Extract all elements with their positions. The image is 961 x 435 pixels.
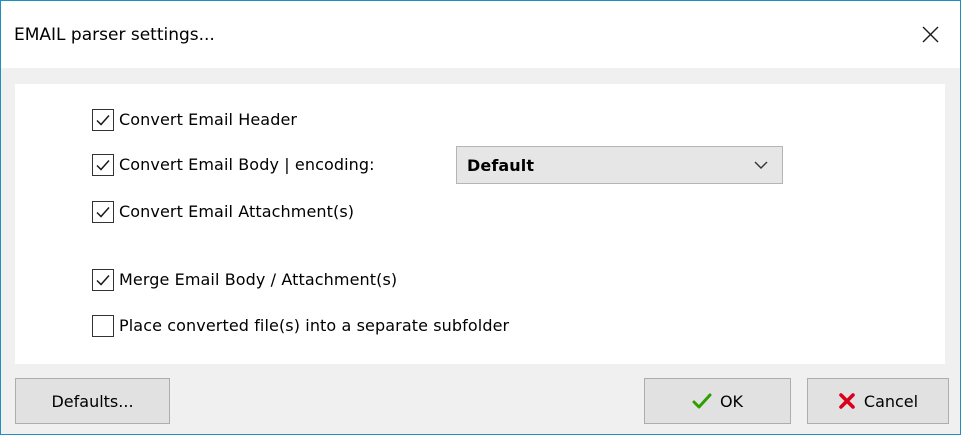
chevron-down-icon — [754, 161, 768, 169]
option-merge-body-attachments[interactable]: Merge Email Body / Attachment(s) — [92, 268, 397, 292]
ok-button[interactable]: OK — [644, 378, 791, 424]
options-panel: Convert Email Header Convert Email Body … — [15, 84, 945, 364]
option-convert-attachments[interactable]: Convert Email Attachment(s) — [92, 200, 354, 224]
checkmark-icon — [692, 392, 712, 410]
defaults-button-label: Defaults... — [51, 391, 134, 411]
defaults-button[interactable]: Defaults... — [15, 378, 170, 424]
checkmark-icon — [96, 275, 110, 286]
convert-body-checkbox[interactable] — [92, 154, 114, 176]
title-bar: EMAIL parser settings... — [1, 1, 960, 68]
convert-header-label: Convert Email Header — [119, 110, 298, 129]
convert-body-label: Convert Email Body | encoding: — [119, 155, 375, 174]
separate-subfolder-label: Place converted file(s) into a separate … — [119, 316, 510, 335]
cancel-button[interactable]: Cancel — [807, 378, 949, 424]
window-title: EMAIL parser settings... — [14, 25, 215, 45]
option-separate-subfolder[interactable]: Place converted file(s) into a separate … — [92, 314, 509, 338]
merge-body-attachments-checkbox[interactable] — [92, 269, 114, 291]
close-button[interactable] — [900, 1, 960, 68]
option-convert-body[interactable]: Convert Email Body | encoding: — [92, 153, 375, 177]
close-icon — [922, 26, 938, 43]
separate-subfolder-checkbox[interactable] — [92, 315, 114, 337]
option-convert-header[interactable]: Convert Email Header — [92, 108, 297, 132]
x-mark-icon — [838, 392, 856, 410]
encoding-select-value: Default — [467, 155, 535, 175]
convert-header-checkbox[interactable] — [92, 109, 114, 131]
checkmark-icon — [96, 160, 110, 171]
email-parser-settings-dialog: EMAIL parser settings... Convert Email H… — [0, 0, 961, 435]
checkmark-icon — [96, 115, 110, 126]
ok-button-label: OK — [719, 391, 744, 411]
convert-attachments-checkbox[interactable] — [92, 201, 114, 223]
convert-attachments-label: Convert Email Attachment(s) — [119, 202, 355, 221]
encoding-select[interactable]: Default — [456, 146, 783, 184]
merge-body-attachments-label: Merge Email Body / Attachment(s) — [119, 270, 398, 289]
cancel-button-label: Cancel — [863, 391, 919, 411]
checkmark-icon — [96, 207, 110, 218]
